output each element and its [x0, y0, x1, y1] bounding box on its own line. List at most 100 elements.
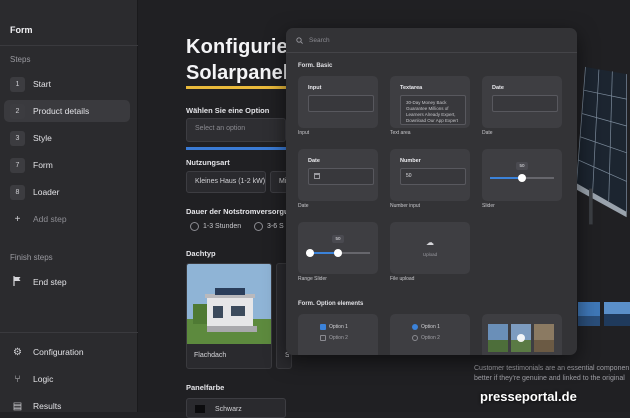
sidebar-item-loader[interactable]: 8 Loader: [4, 181, 130, 203]
sidebar-item-results[interactable]: ▤ Results: [4, 395, 130, 417]
divider: [286, 52, 577, 53]
duration-option-3-6[interactable]: 3-6 S: [254, 222, 284, 231]
slider-value-tooltip: 50: [516, 162, 528, 170]
option-select[interactable]: Select an option: [186, 118, 286, 142]
tile-preview-field: [492, 95, 558, 112]
step-number-badge: 2: [10, 103, 25, 119]
sidebar-item-form[interactable]: 7 Form: [4, 154, 130, 176]
duration-label: Dauer der Notstromversorgung: [186, 207, 298, 216]
tile-caption: Slider: [482, 203, 495, 209]
upload-text: Upload: [422, 252, 438, 257]
sidebar-item-configuration[interactable]: ⚙ Configuration: [4, 341, 130, 363]
slider-thumb[interactable]: [518, 174, 526, 182]
radio-icon: [190, 222, 199, 231]
search-icon: [296, 37, 303, 44]
checkbox-option-2[interactable]: Option 2: [320, 335, 348, 341]
image-choice-preview: [488, 324, 554, 352]
upload-cloud-icon: ☁: [426, 238, 434, 247]
section-form-basic: Form. Basic: [298, 63, 333, 69]
tile-label: Date: [308, 158, 320, 164]
sidebar-item-end-step[interactable]: End step: [4, 271, 130, 293]
radio-option-1[interactable]: Option 1: [412, 324, 440, 330]
tile-preview-field: [308, 95, 374, 112]
element-tile-file-upload[interactable]: ☁ Upload: [390, 222, 470, 274]
element-tile-slider[interactable]: 50: [482, 149, 562, 201]
results-icon: ▤: [12, 400, 23, 412]
sidebar-item-logic[interactable]: ⑂ Logic: [4, 368, 130, 390]
tile-caption: Date: [482, 130, 493, 136]
finish-steps-heading: Finish steps: [10, 253, 53, 262]
gallery-thumbnails: [578, 302, 630, 326]
radio-icon: [254, 222, 263, 231]
step-number-badge: 3: [10, 130, 25, 146]
checkbox-icon: [320, 335, 326, 341]
element-tile-textarea[interactable]: Textarea 30-Day Money Back Guarantee Mil…: [390, 76, 470, 128]
sidebar-item-label: Style: [33, 133, 52, 143]
sidebar-item-start[interactable]: 1 Start: [4, 73, 130, 95]
plus-icon: +: [14, 213, 21, 225]
sidebar-item-label: Results: [33, 401, 62, 411]
element-tile-range-slider[interactable]: 50: [298, 222, 378, 274]
tile-preview-textarea: 30-Day Money Back Guarantee Millions of …: [400, 95, 466, 125]
radio-icon: [412, 324, 418, 330]
divider: [0, 45, 138, 46]
tile-caption: File upload: [390, 276, 415, 282]
checkbox-icon: [320, 324, 326, 330]
element-tile-date-2[interactable]: Date: [298, 149, 378, 201]
roof-option-flat[interactable]: Flachdach: [186, 263, 272, 369]
divider: [0, 332, 138, 333]
title-underline: [186, 86, 290, 89]
search-placeholder: Search: [309, 37, 330, 44]
radio-icon: [412, 335, 418, 341]
option-text: Option 1: [329, 324, 348, 330]
tile-label: Date: [492, 85, 504, 91]
checkbox-option-1[interactable]: Option 1: [320, 324, 348, 330]
element-tile-radio[interactable]: Option 1 Option 2: [390, 314, 470, 355]
element-tile-number[interactable]: Number 50: [390, 149, 470, 201]
branch-icon: ⑂: [14, 373, 21, 385]
tile-preview-field: [308, 168, 374, 185]
element-picker-popover: Search Form. Basic Input Input Textarea …: [286, 28, 577, 355]
add-step-label: Add step: [33, 214, 67, 224]
sidebar-item-style[interactable]: 3 Style: [4, 127, 130, 149]
testimonial-text: Customer testimonials are an essential c…: [474, 365, 630, 382]
tile-preview-number: 50: [400, 168, 466, 185]
sidebar-item-label: Configuration: [33, 347, 84, 357]
gear-icon: ⚙: [13, 346, 22, 358]
element-tile-image-choice[interactable]: [482, 314, 562, 355]
sidebar-item-label: Start: [33, 79, 51, 89]
page-title-line2: Solarpanel: [186, 62, 289, 84]
step-number-badge: 1: [10, 76, 25, 92]
range-thumb-min[interactable]: [306, 249, 314, 257]
step-number-badge: 7: [10, 157, 25, 173]
element-tile-date[interactable]: Date: [482, 76, 562, 128]
sidebar-item-label: Loader: [33, 187, 60, 197]
tile-label: Textarea: [400, 85, 423, 91]
tile-label: Number: [400, 158, 421, 164]
usage-option-small-house[interactable]: Kleines Haus (1-2 kW): [186, 171, 266, 193]
sidebar-item-product-details[interactable]: 2 Product details: [4, 100, 130, 122]
duration-option-1-3[interactable]: 1-3 Stunden: [190, 222, 241, 231]
tile-caption: Input: [298, 130, 310, 136]
tile-caption: Number input: [390, 203, 421, 209]
roof-label: Dachtyp: [186, 249, 216, 258]
add-step-button[interactable]: + Add step: [4, 208, 130, 230]
usage-label: Nutzungsart: [186, 158, 230, 167]
option-text: Option 1: [421, 324, 440, 330]
flat-roof-house-image: [187, 264, 271, 344]
option-text: Option 2: [421, 335, 440, 341]
calendar-icon: [314, 173, 320, 179]
element-tile-input[interactable]: Input: [298, 76, 378, 128]
section-form-option-elements: Form. Option elements: [298, 301, 364, 307]
panel-color-label: Panelfarbe: [186, 383, 225, 392]
option-label: Wählen Sie eine Option: [186, 106, 270, 115]
sidebar-title: Form: [10, 25, 33, 35]
panel-color-option-black[interactable]: Schwarz: [186, 398, 286, 418]
element-tile-checkbox[interactable]: Option 1 Option 2: [298, 314, 378, 355]
tile-caption: Date: [298, 203, 309, 209]
range-thumb-max[interactable]: [334, 249, 342, 257]
sidebar: Form Steps 1 Start 2 Product details 3 S…: [0, 0, 138, 412]
search-input[interactable]: Search: [296, 37, 330, 44]
radio-label: 1-3 Stunden: [203, 223, 242, 230]
radio-option-2[interactable]: Option 2: [412, 335, 440, 341]
